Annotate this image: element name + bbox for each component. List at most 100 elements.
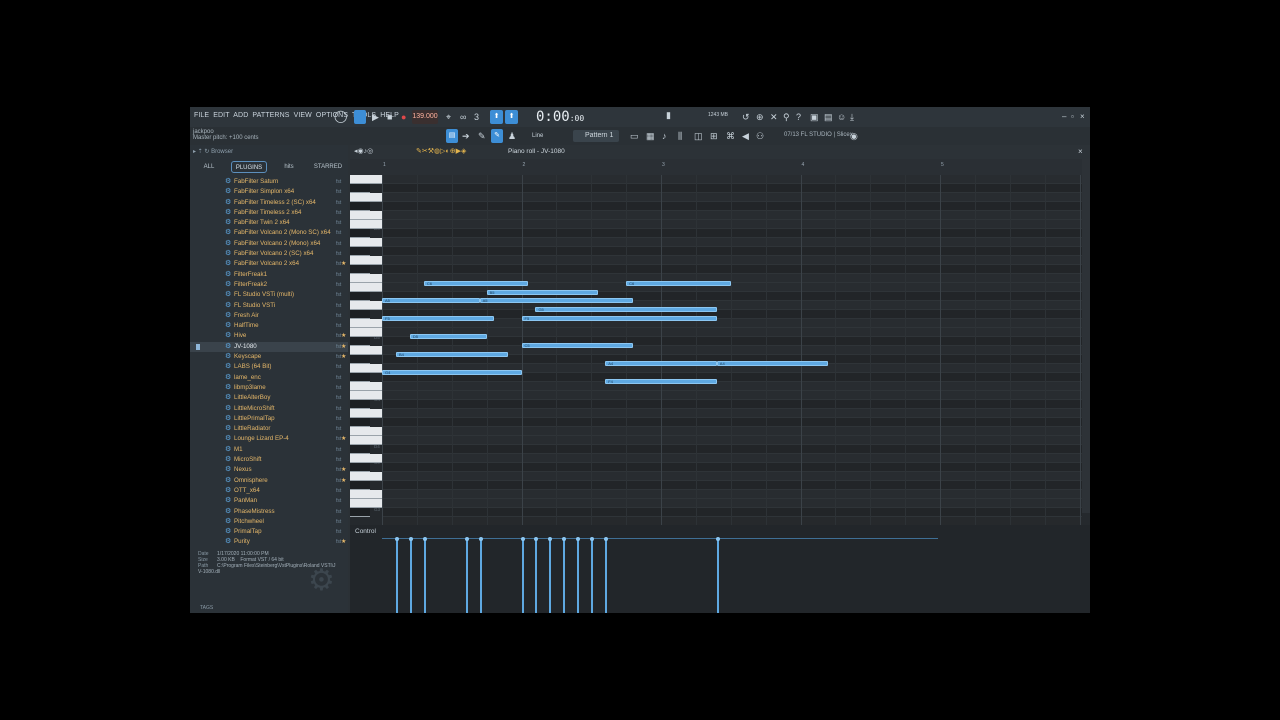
plugin-item[interactable]: ⚙ Pitchwheel fst [190, 517, 348, 527]
piano-key[interactable] [350, 211, 382, 220]
note[interactable]: G5 [535, 307, 717, 313]
velocity-panel[interactable]: Control [350, 525, 1090, 613]
save-icon[interactable]: ▣ [810, 111, 819, 123]
note[interactable]: D5 [409, 334, 487, 339]
plugin-item[interactable]: ⚙ FabFilter Volcano 2 (Mono SC) x64 fst [190, 228, 348, 238]
velocity-bar[interactable] [520, 537, 525, 613]
render-icon[interactable]: ▤ [824, 111, 833, 123]
note[interactable]: A4 [716, 360, 829, 366]
menu-edit[interactable]: EDIT [213, 112, 229, 119]
tab-starred[interactable]: STARRED [311, 161, 345, 173]
note[interactable]: B5 [486, 289, 599, 295]
piano-key[interactable] [350, 247, 370, 256]
timeline-ruler[interactable]: 1 2 3 4 5 [350, 159, 1090, 175]
menu-view[interactable]: VIEW [294, 112, 312, 119]
velocity-bar[interactable] [422, 537, 427, 613]
velocity-bar[interactable] [408, 537, 413, 613]
countdown-icon[interactable]: 3 [474, 111, 479, 123]
plugin-item[interactable]: ⚙ JV-1080 fst ★ [190, 341, 348, 353]
mic-icon[interactable]: ⚲ [783, 111, 790, 123]
piano-key[interactable] [350, 499, 382, 508]
star-icon[interactable]: ★ [341, 352, 346, 362]
download-icon[interactable]: ⤓ [850, 111, 854, 123]
piano-roll-close-icon[interactable]: × [1078, 147, 1083, 156]
piano-key[interactable] [350, 175, 382, 184]
plugin-item[interactable]: ⚙ FilterFreak1 fst [190, 270, 348, 280]
piano-key[interactable] [350, 265, 370, 274]
plugin-item[interactable]: ⚙ FilterFreak2 fst [190, 280, 348, 290]
piano-key[interactable] [350, 274, 382, 283]
maximize-icon[interactable]: ▫ [1071, 112, 1074, 121]
velocity-bar[interactable] [548, 537, 553, 613]
piano-key[interactable] [350, 382, 382, 391]
plugin-item[interactable]: ⚙ PrimalTap fst [190, 527, 348, 537]
plugin-item[interactable]: ⚙ libmp3lame fst [190, 383, 348, 393]
close-icon[interactable]: × [1080, 112, 1085, 121]
note[interactable]: C6 [423, 280, 529, 286]
plugin-item[interactable]: ⚙ HalfTime fst [190, 321, 348, 331]
piano-roll-tools-icon[interactable]: ✎✂⚒◍▷◐⊕▶◈ [416, 146, 466, 158]
chat-icon[interactable]: ☺ [837, 111, 846, 123]
piano-roll-icon[interactable]: ♪ [662, 130, 667, 142]
pencil-icon[interactable]: ✎ [478, 130, 486, 142]
piano-key[interactable] [350, 328, 382, 337]
touch-keyboard-icon[interactable]: ⌘ [726, 130, 735, 142]
piano-key[interactable] [350, 445, 370, 454]
pattern-song-toggle[interactable] [354, 110, 366, 124]
piano-key[interactable] [350, 481, 370, 490]
piano-key[interactable] [350, 508, 370, 517]
playlist-icon[interactable]: ▭ [630, 130, 639, 142]
plugin-item[interactable]: ⚙ LittleAlterBoy fst [190, 393, 348, 403]
tab-hits[interactable]: hits [274, 161, 304, 173]
plugin-item[interactable]: ⚙ Fresh Air fst [190, 311, 348, 321]
note[interactable]: B4 [395, 351, 508, 357]
note[interactable]: A5 [479, 298, 634, 304]
globe-icon[interactable]: ◉ [850, 130, 858, 142]
mixer-icon[interactable]: ⊕ [756, 111, 764, 123]
star-icon[interactable]: ★ [341, 434, 346, 444]
master-pitch-knob-icon[interactable]: ◯ [334, 110, 347, 122]
plugin-item[interactable]: ⚙ Purity fst ★ [190, 537, 348, 547]
minimize-icon[interactable]: – [1062, 112, 1066, 121]
note[interactable]: F5 [521, 316, 717, 322]
plugin-item[interactable]: ⚙ FabFilter Volcano 2 (SC) x64 fst [190, 249, 348, 259]
note[interactable]: G4 [382, 369, 522, 375]
velocity-bar[interactable] [576, 537, 581, 613]
plugin-item[interactable]: ⚙ PhaseMistress fst [190, 507, 348, 517]
velocity-bar[interactable] [478, 537, 483, 613]
link-icon[interactable]: ⚇ [756, 130, 764, 142]
piano-key[interactable] [350, 238, 382, 247]
piano-key[interactable] [350, 292, 370, 301]
piano-key[interactable] [350, 418, 370, 427]
velocity-bar[interactable] [715, 537, 720, 613]
plugin-item[interactable]: ⚙ FL Studio VSTi fst [190, 301, 348, 311]
velocity-bar[interactable] [590, 537, 595, 613]
velocity-bar[interactable] [534, 537, 539, 613]
tags-label[interactable]: TAGS [200, 605, 213, 611]
note[interactable]: A5 [382, 298, 480, 304]
note[interactable]: C6 [626, 280, 731, 286]
piano-key[interactable] [350, 364, 382, 373]
menu-add[interactable]: ADD [233, 112, 248, 119]
piano-key[interactable] [350, 355, 370, 364]
draw-tool-button[interactable]: ✎ [491, 129, 503, 143]
help-icon[interactable]: ? [796, 111, 801, 123]
plugin-item[interactable]: ⚙ LittleMicroShift fst [190, 404, 348, 414]
plugin-item[interactable]: ⚙ OTT_x64 fst [190, 486, 348, 496]
pattern-selector[interactable]: Pattern 1 [573, 130, 619, 142]
piano-keys[interactable]: G6F6E6D6C6B5A5G5F5E5D5C5B4A4G4F4E4D4C4B3… [350, 175, 382, 525]
velocity-bar[interactable] [604, 537, 609, 613]
plugin-item[interactable]: ⚙ LittlePrimalTap fst [190, 414, 348, 424]
note[interactable]: C5 [521, 342, 634, 348]
plugin-item[interactable]: ⚙ FL Studio VSTi (multi) fst [190, 290, 348, 300]
tab-all[interactable]: ALL [194, 161, 224, 173]
news-info[interactable]: 07/13 FL STUDIO | Slicex [784, 132, 853, 138]
note[interactable]: A4 [605, 360, 717, 366]
channel-rack-icon[interactable]: ▦ [646, 130, 655, 142]
piano-key[interactable] [350, 427, 382, 436]
piano-key[interactable] [350, 283, 382, 292]
plugin-item[interactable]: ⚙ Nexus fst ★ [190, 465, 348, 475]
star-icon[interactable]: ★ [341, 331, 346, 341]
piano-key[interactable] [350, 256, 382, 265]
speaker-icon[interactable]: ◀ [742, 130, 749, 142]
